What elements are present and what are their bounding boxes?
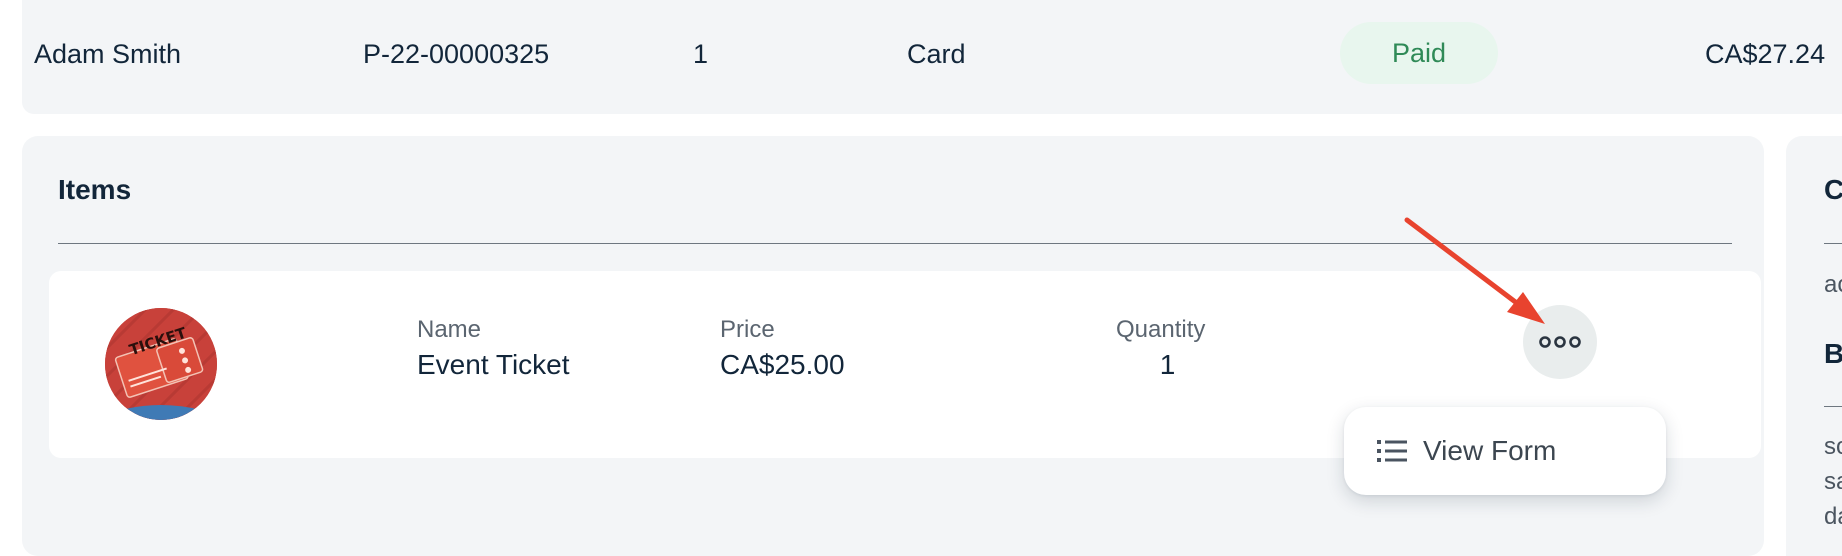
items-divider [58, 243, 1732, 244]
customer-divider [1824, 243, 1842, 244]
payment-method: Card [907, 39, 966, 69]
view-form-menu-item[interactable]: View Form [1344, 407, 1666, 495]
items-panel-title: Items [58, 174, 132, 205]
ticket-image-icon [105, 308, 217, 420]
status-badge: Paid [1340, 22, 1498, 84]
ticket-thumbnail: TICKET [105, 308, 217, 420]
customer-panel-text-3: sa [1824, 468, 1842, 495]
customer-panel-title: C [1824, 174, 1842, 205]
view-form-label: View Form [1423, 435, 1557, 466]
item-price-label: Price [720, 316, 775, 343]
customer-divider-2 [1824, 406, 1842, 407]
item-count: 1 [693, 39, 709, 69]
order-summary-row[interactable]: Adam Smith P-22-00000325 1 Card Paid CA$… [22, 0, 1842, 114]
customer-name: Adam Smith [34, 39, 182, 69]
customer-panel-text-2: so [1824, 433, 1842, 460]
more-actions-button[interactable] [1523, 305, 1597, 379]
item-name-label: Name [417, 316, 482, 343]
customer-panel-subtitle: B [1824, 338, 1842, 369]
actions-dropdown-menu: View Form [1344, 407, 1666, 495]
item-quantity-label: Quantity [1116, 316, 1206, 343]
list-icon [1377, 440, 1407, 462]
order-total: CA$27.24 [1705, 39, 1826, 69]
item-price: CA$25.00 [720, 349, 845, 380]
customer-panel-text-4: da [1824, 503, 1842, 530]
item-quantity: 1 [1159, 349, 1176, 380]
item-name: Event Ticket [417, 349, 570, 380]
customer-panel: C ac B so sa da [1786, 136, 1842, 556]
more-dots-icon [1539, 336, 1581, 348]
customer-panel-text-1: ac [1824, 271, 1842, 298]
order-number: P-22-00000325 [363, 39, 550, 69]
